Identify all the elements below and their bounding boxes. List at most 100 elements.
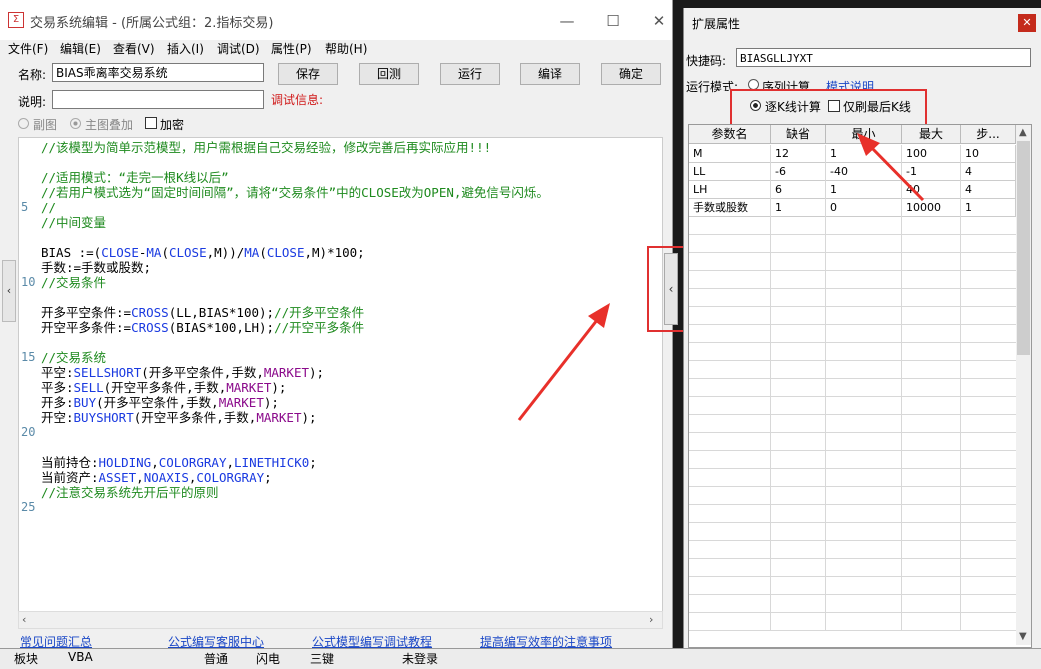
grid-cell[interactable]: 1 xyxy=(771,199,826,217)
code-token: 当前持仓: xyxy=(41,455,99,470)
description-input[interactable] xyxy=(52,90,264,109)
panel-close-icon[interactable]: ✕ xyxy=(1018,14,1036,32)
grid-cell[interactable]: 10000 xyxy=(902,199,961,217)
parameter-grid[interactable]: 参数名 缺省 最小 最大 步... M 12 1 100 10 LL -6 -40 -1 4 LH 6 1 40 4… xyxy=(688,124,1032,648)
code-token: //交易系统 xyxy=(41,350,107,365)
code-token: CROSS xyxy=(131,305,169,320)
grid-row-line xyxy=(689,612,1016,613)
horizontal-scrollbar[interactable]: ‹ › xyxy=(18,611,663,629)
tab-three-keys[interactable]: 三键 xyxy=(310,650,334,667)
shortcut-input[interactable]: BIASGLLJYXT xyxy=(736,48,1031,67)
grid-col-line xyxy=(901,145,902,631)
grid-header-cell[interactable]: 参数名 xyxy=(689,125,771,144)
code-token: MARKET xyxy=(256,410,302,425)
save-button[interactable]: 保存 xyxy=(278,63,338,85)
menu-file[interactable]: 文件(F) xyxy=(8,40,48,57)
panel-titlebar: 扩展属性 ✕ xyxy=(684,8,1041,36)
code-line: //中间变量 xyxy=(41,215,106,230)
grid-cell[interactable]: 12 xyxy=(771,145,826,163)
grid-cell[interactable]: 1 xyxy=(826,145,902,163)
code-token: //若用户模式选为“固定时间间隔”，请将“交易条件”中的CLOSE改为OPEN,… xyxy=(41,185,549,200)
main-overlay-radio[interactable] xyxy=(70,118,81,129)
line-number: 25 xyxy=(21,500,36,514)
code-line: 平空:SELLSHORT(开多平空条件,手数,MARKET); xyxy=(41,365,324,380)
editor-titlebar: Σ 交易系统编辑 - (所属公式组：2.指标交易) — ☐ ✕ xyxy=(0,0,672,40)
scroll-thumb[interactable] xyxy=(1017,141,1030,355)
code-token: //交易条件 xyxy=(41,275,107,290)
code-token: COLORGRAY xyxy=(196,470,265,485)
scroll-left-icon[interactable]: ‹ xyxy=(22,613,26,626)
menu-properties[interactable]: 属性(P) xyxy=(271,40,312,57)
scroll-up-icon[interactable]: ▲ xyxy=(1019,127,1027,138)
code-token: (开多平空条件,手数, xyxy=(141,365,264,380)
menu-insert[interactable]: 插入(I) xyxy=(167,40,204,57)
menu-debug[interactable]: 调试(D) xyxy=(217,40,260,57)
grid-cell[interactable]: 4 xyxy=(961,163,1016,181)
code-token: , xyxy=(136,470,144,485)
grid-header-cell[interactable]: 缺省 xyxy=(771,125,826,144)
grid-row-line xyxy=(689,432,1016,433)
code-token: //该模型为简单示范模型，用户需根据自己交易经验，修改完善后再实际应用!!! xyxy=(41,140,492,155)
menu-view[interactable]: 查看(V) xyxy=(113,40,155,57)
code-token: ); xyxy=(301,410,317,425)
scroll-right-icon[interactable]: › xyxy=(649,613,653,626)
ok-button[interactable]: 确定 xyxy=(601,63,661,85)
grid-row-line xyxy=(689,450,1016,451)
grid-cell[interactable]: M xyxy=(689,145,771,163)
grid-row-line xyxy=(689,630,1016,631)
code-token: COLORGRAY xyxy=(158,455,227,470)
code-token: 开多平空条件:= xyxy=(41,305,132,320)
encrypt-checkbox[interactable] xyxy=(145,117,157,129)
grid-cell[interactable]: -1 xyxy=(902,163,961,181)
collapse-left-handle[interactable]: ‹ xyxy=(2,260,16,322)
menu-bar: 文件(F) 编辑(E) 查看(V) 插入(I) 调试(D) 属性(P) 帮助(H… xyxy=(0,38,672,58)
tab-flash[interactable]: 闪电 xyxy=(256,650,280,667)
grid-cell[interactable]: -6 xyxy=(771,163,826,181)
code-token: (BIAS*100,LH); xyxy=(168,320,275,335)
grid-cell[interactable]: 40 xyxy=(902,181,961,199)
grid-cell[interactable]: 1 xyxy=(826,181,902,199)
grid-cell[interactable]: LL xyxy=(689,163,771,181)
tab-sector[interactable]: 板块 xyxy=(14,650,38,667)
minimize-button[interactable]: — xyxy=(544,8,590,34)
grid-cell[interactable]: 0 xyxy=(826,199,902,217)
code-token: MA xyxy=(244,245,260,260)
run-button[interactable]: 运行 xyxy=(440,63,500,85)
code-token: 开空平多条件:= xyxy=(41,320,132,335)
grid-cell[interactable]: 手数或股数 xyxy=(689,199,771,217)
grid-row-line xyxy=(689,324,1016,325)
highlight-box-options xyxy=(730,89,927,126)
code-token: MARKET xyxy=(226,380,272,395)
grid-cell[interactable]: 10 xyxy=(961,145,1016,163)
grid-header-cell[interactable]: 步... xyxy=(961,125,1016,144)
compile-button[interactable]: 编译 xyxy=(520,63,580,85)
grid-col-line xyxy=(770,145,771,631)
scroll-down-icon[interactable]: ▼ xyxy=(1019,631,1027,642)
grid-cell[interactable]: 4 xyxy=(961,181,1016,199)
menu-help[interactable]: 帮助(H) xyxy=(325,40,367,57)
grid-header-cell[interactable]: 最大 xyxy=(902,125,961,144)
backtest-button[interactable]: 回测 xyxy=(359,63,419,85)
grid-row-line xyxy=(689,396,1016,397)
grid-cell[interactable]: -40 xyxy=(826,163,902,181)
code-token: ( xyxy=(161,245,169,260)
code-token: NOAXIS xyxy=(143,470,189,485)
grid-cell[interactable]: 1 xyxy=(961,199,1016,217)
grid-cell[interactable]: 100 xyxy=(902,145,961,163)
code-token: CLOSE xyxy=(266,245,305,260)
close-button[interactable]: ✕ xyxy=(636,8,682,34)
grid-cell[interactable]: 6 xyxy=(771,181,826,199)
maximize-button[interactable]: ☐ xyxy=(590,8,636,34)
grid-row-line xyxy=(689,522,1016,523)
tab-normal[interactable]: 普通 xyxy=(204,650,228,667)
menu-edit[interactable]: 编辑(E) xyxy=(60,40,101,57)
grid-cell[interactable]: LH xyxy=(689,181,771,199)
name-input[interactable]: BIAS乖离率交易系统 xyxy=(52,63,264,82)
code-editor[interactable]: 5 10 15 20 25 //该模型为简单示范模型，用户需根据自己交易经验，修改完善后… xyxy=(18,137,663,613)
subchart-label: 副图 xyxy=(33,118,58,132)
grid-header-cell[interactable]: 最小 xyxy=(826,125,902,144)
vertical-scrollbar[interactable]: ▲ ▼ xyxy=(1016,125,1031,645)
bottom-taskbar: 板块 VBA 普通 闪电 三键 未登录 xyxy=(0,648,1041,669)
tab-vba[interactable]: VBA xyxy=(68,650,93,664)
subchart-radio[interactable] xyxy=(18,118,29,129)
